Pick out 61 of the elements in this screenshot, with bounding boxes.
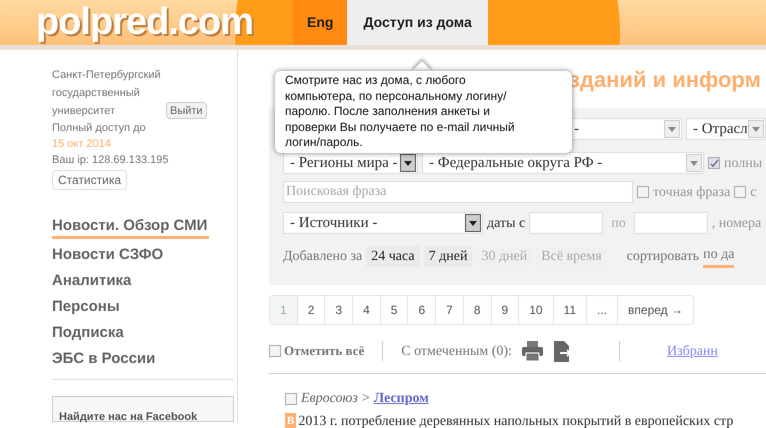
tooltip-text: Смотрите нас из дома, с любого компьютера, по персональному логину/паролю. После заполнения анкеты и проверки Вы получаете по e-mail личный логин/пароль.: [285, 73, 516, 150]
page-button[interactable]: 10: [519, 296, 554, 324]
search-field[interactable]: Поисковая фраза: [283, 181, 633, 203]
category-text: Евросоюз: [301, 390, 358, 408]
date-from-field[interactable]: [529, 212, 604, 234]
statistics-button[interactable]: Статистика: [52, 170, 128, 190]
source-link[interactable]: Леспром: [374, 388, 429, 409]
checkbox[interactable]: [734, 186, 746, 198]
date-label: по: [610, 214, 627, 232]
date-label: даты с: [487, 214, 526, 232]
nav-link[interactable]: Подписка: [52, 323, 126, 343]
page-button[interactable]: 3: [325, 296, 354, 324]
logout-button[interactable]: Выйти: [166, 102, 207, 119]
print-icon[interactable]: [522, 341, 543, 361]
page-button[interactable]: 9: [492, 296, 520, 324]
with-marked-label: С отмеченным (0):: [401, 342, 512, 360]
checkbox[interactable]: [708, 157, 720, 169]
checkbox[interactable]: [269, 345, 281, 357]
page-button[interactable]: ...: [587, 296, 618, 324]
page-button[interactable]: вперед →: [618, 296, 693, 324]
checkbox-label: с: [750, 184, 757, 202]
page-button[interactable]: 8: [464, 296, 492, 324]
nav-link[interactable]: Персоны: [52, 297, 122, 317]
period-option[interactable]: 7 дней: [424, 246, 472, 266]
page-button[interactable]: 2: [298, 296, 326, 324]
access-text: Полный доступ до: [52, 121, 147, 136]
organization-text: Санкт-Петербургский государственный университет: [52, 68, 162, 119]
access-date: 15 окт 2014: [52, 137, 112, 152]
select-all-label: Отметить всё: [284, 342, 364, 360]
page-button[interactable]: 6: [408, 296, 436, 324]
checkbox[interactable]: [637, 186, 649, 198]
checkmark-icon: [710, 158, 718, 168]
sort-label: сортировать: [626, 248, 700, 266]
page-button[interactable]: 11: [554, 296, 588, 324]
nav-link[interactable]: ЭБС в России: [52, 349, 158, 369]
added-label: Добавлено за: [283, 248, 362, 266]
dropdown[interactable]: - Регионы мира -: [283, 152, 418, 174]
nav-link[interactable]: Новости СЗФО: [52, 245, 166, 265]
sort-link[interactable]: по да: [703, 244, 734, 268]
checkbox-label: точная фраза: [653, 184, 730, 202]
dropdown[interactable]: - Отрасл: [686, 118, 766, 140]
facebook-title: Найдите нас на Facebook: [59, 411, 198, 423]
item-text: 2013 г. потребление деревянных напольных покрытий в европейских стр: [298, 413, 734, 428]
page-button[interactable]: 7: [436, 296, 464, 324]
checkbox[interactable]: [285, 392, 297, 404]
nav-link[interactable]: Аналитика: [52, 271, 134, 291]
period-option[interactable]: 24 часа: [366, 246, 420, 266]
checkbox-label: полны: [724, 154, 762, 172]
ip-text: Ваш ip: 128.69.133.195: [52, 153, 170, 168]
breadcrumb-separator: >: [362, 390, 370, 408]
dropdown[interactable]: - Федеральные округа РФ -: [422, 152, 704, 174]
date-to-field[interactable]: [634, 212, 708, 234]
header-tab[interactable]: Доступ из дома: [347, 0, 488, 45]
header-tab[interactable]: Eng: [293, 0, 348, 45]
page-heading: зданий и информ: [569, 66, 761, 94]
page-button[interactable]: 5: [380, 296, 408, 324]
numbers-label: , номера: [712, 214, 762, 232]
item-badge: B: [285, 413, 296, 428]
nav-link[interactable]: Новости. Обзор СМИ: [52, 216, 210, 239]
dropdown[interactable]: - Источники -: [283, 212, 483, 234]
page-button[interactable]: 4: [353, 296, 381, 324]
